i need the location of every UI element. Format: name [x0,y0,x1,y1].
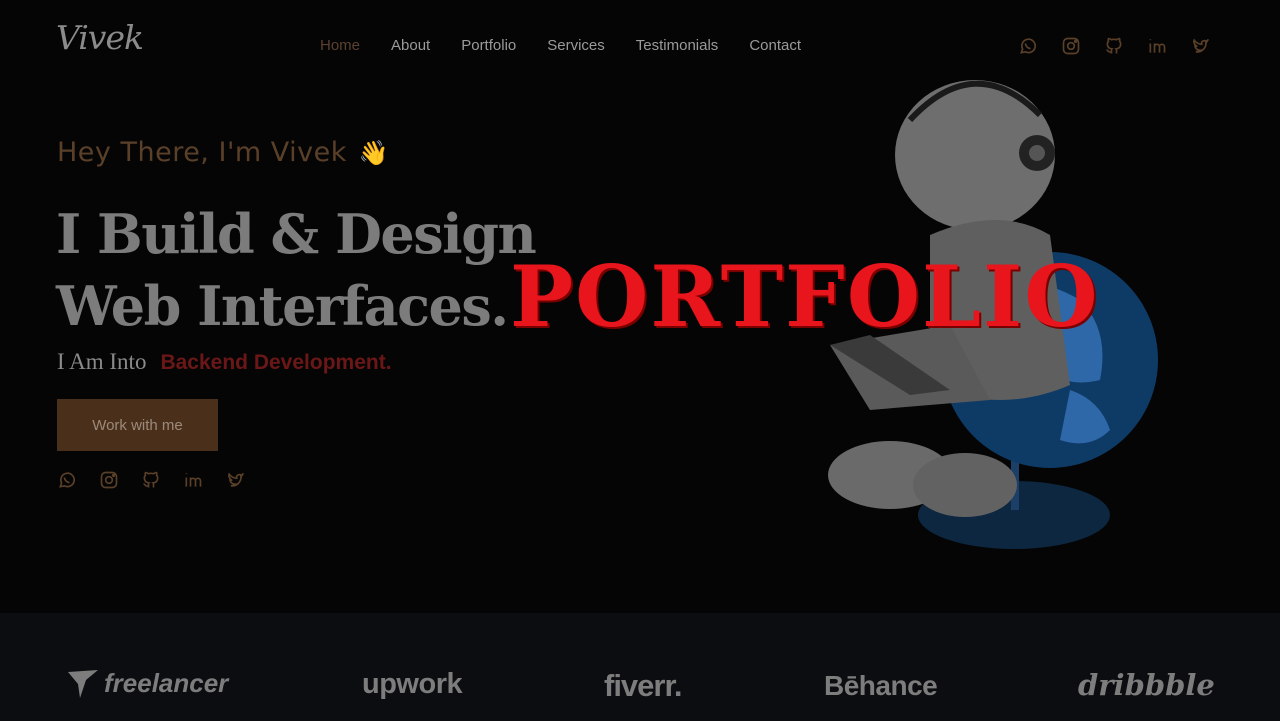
nav-testimonials[interactable]: Testimonials [636,37,719,54]
behance-logo: Bēhance [824,670,938,701]
hero-greeting: Hey There, I'm Vivek 👋 [57,137,389,168]
subtitle-role: Backend Development. [160,351,392,374]
upwork-logo: upwork [362,668,463,700]
hero-headline: I Build & Design Web Interfaces. [56,198,537,342]
nav-services[interactable]: Services [547,37,605,54]
github-icon[interactable] [1103,35,1125,57]
twitter-icon[interactable] [224,469,246,491]
portfolio-overlay-title: PORTFOLIO [510,247,1100,346]
twitter-icon[interactable] [1189,35,1211,57]
nav-home[interactable]: Home [320,37,360,54]
subtitle-prefix: I Am Into [57,349,147,374]
freelancer-bird-icon [68,670,98,698]
nav-about[interactable]: About [391,37,430,54]
main-menu: Home About Portfolio Services Testimonia… [320,37,801,54]
waving-hand-icon: 👋 [358,139,390,167]
hero-subtitle: I Am Into Backend Development. [57,349,392,375]
linkedin-icon[interactable] [182,469,204,491]
whatsapp-icon[interactable] [56,469,78,491]
github-icon[interactable] [140,469,162,491]
dribbble-logo: dribbble [1078,668,1215,702]
linkedin-icon[interactable] [1146,35,1168,57]
headline-line-1: I Build & Design [56,202,537,266]
nav-social-links [1017,35,1211,57]
nav-contact[interactable]: Contact [749,37,801,54]
headline-line-2: Web Interfaces. [56,274,509,338]
whatsapp-icon[interactable] [1017,35,1039,57]
freelancer-logo: freelancer [66,666,228,700]
greeting-text: Hey There, I'm Vivek [57,137,347,168]
instagram-icon[interactable] [98,469,120,491]
instagram-icon[interactable] [1060,35,1082,57]
hero-social-links [56,469,246,491]
freelancer-wordmark: freelancer [104,667,229,698]
site-logo[interactable]: Vivek [56,18,144,57]
fiverr-logo: fiverr. [604,668,682,703]
nav-portfolio[interactable]: Portfolio [461,37,516,54]
work-with-me-button[interactable]: Work with me [57,399,218,451]
